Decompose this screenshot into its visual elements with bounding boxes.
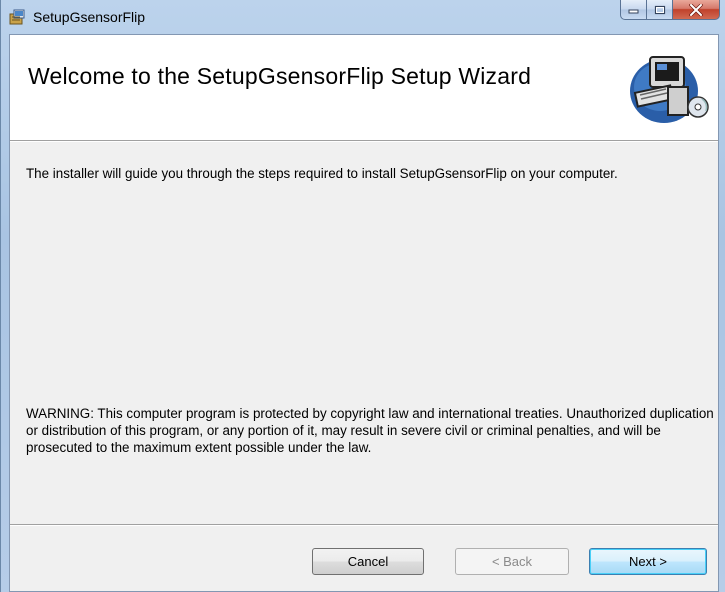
maximize-icon [654, 5, 665, 14]
close-button[interactable] [673, 0, 720, 20]
wizard-client-area: Welcome to the SetupGsensorFlip Setup Wi… [9, 34, 719, 592]
cancel-button[interactable]: Cancel [312, 548, 424, 575]
installer-app-icon [9, 8, 27, 26]
button-separator [10, 524, 718, 526]
minimize-button[interactable] [620, 0, 647, 20]
back-button[interactable]: < Back [455, 548, 569, 575]
caption-buttons [620, 0, 720, 20]
copyright-warning: WARNING: This computer program is protec… [26, 406, 714, 455]
minimize-icon [628, 9, 638, 13]
maximize-button[interactable] [647, 0, 673, 20]
intro-text: The installer will guide you through the… [26, 166, 618, 181]
close-icon [689, 3, 703, 16]
computer-setup-icon [628, 47, 712, 127]
wizard-banner: Welcome to the SetupGsensorFlip Setup Wi… [10, 35, 718, 141]
window-title: SetupGsensorFlip [33, 9, 146, 25]
installer-window: SetupGsensorFlip Welcome to the SetupGse… [0, 0, 725, 592]
next-button[interactable]: Next > [589, 548, 707, 575]
title-bar[interactable]: SetupGsensorFlip [1, 0, 725, 34]
wizard-title: Welcome to the SetupGsensorFlip Setup Wi… [28, 63, 532, 89]
